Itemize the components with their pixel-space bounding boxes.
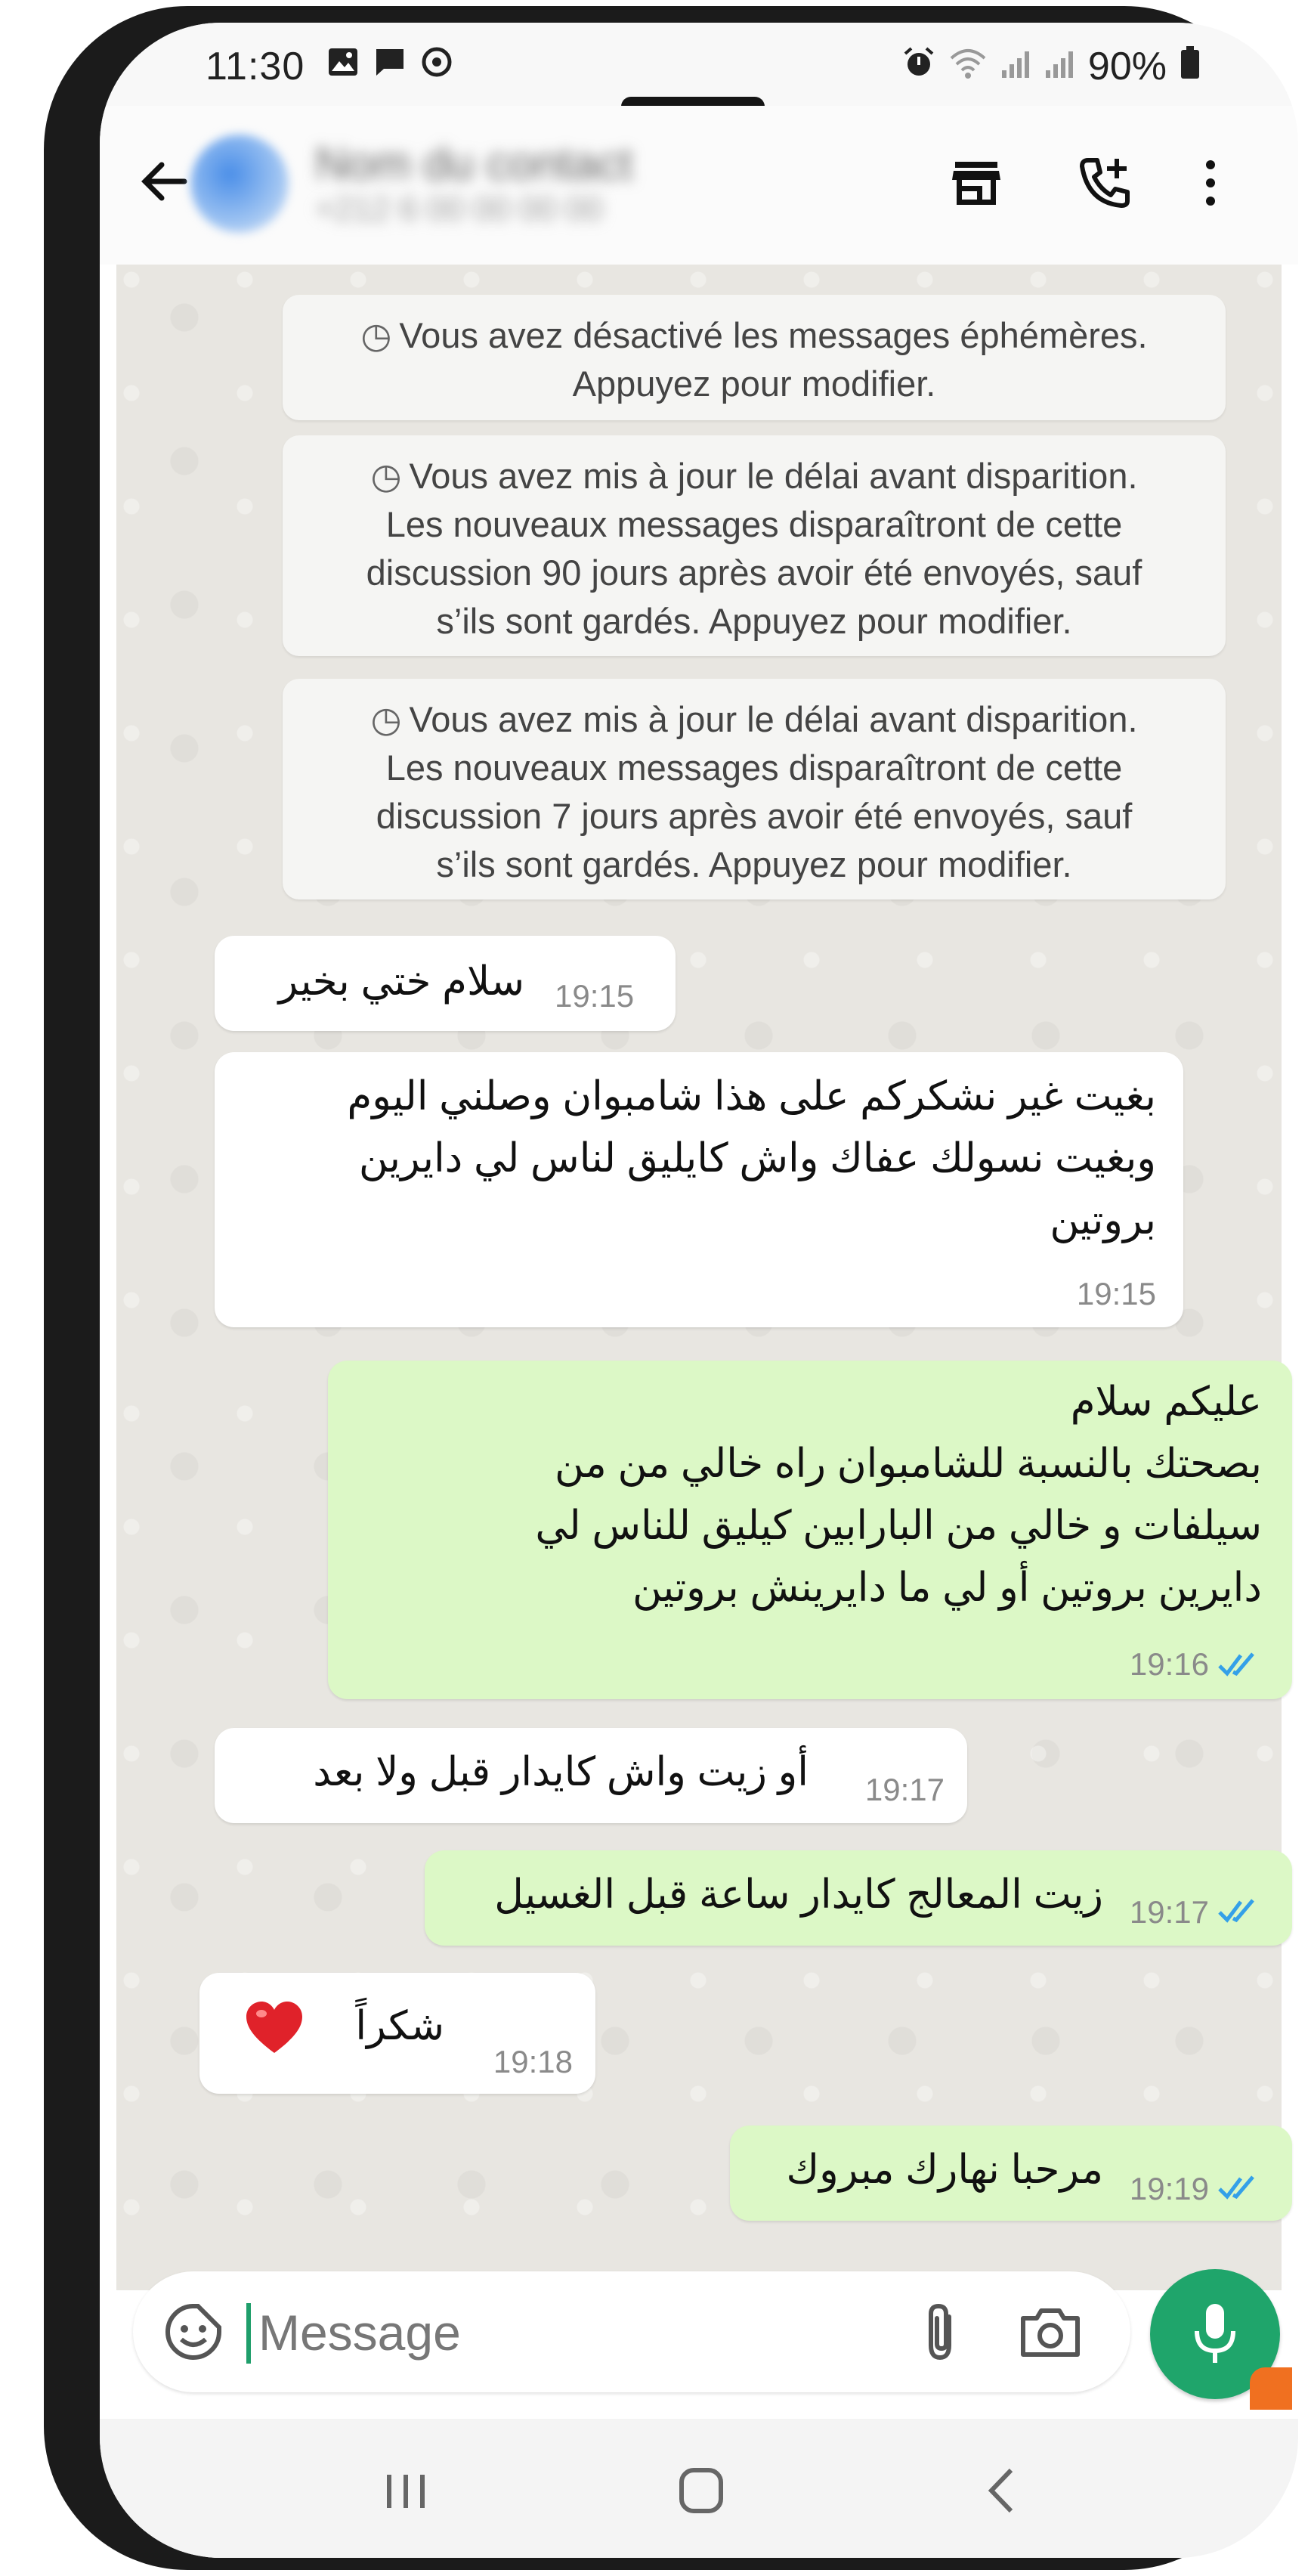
phone-frame: 11:30 90% Nom du contact +212 6 00 00 00…: [44, 6, 1298, 2570]
status-system-icons: 90%: [902, 44, 1200, 89]
chat-area[interactable]: ◷ Vous avez désactivé les messages éphémè…: [116, 265, 1292, 2290]
app-badge: [1250, 2367, 1292, 2410]
sync-icon: [420, 45, 453, 79]
message-composer: [133, 2271, 1130, 2392]
timer-icon: ◷: [360, 315, 392, 355]
alarm-icon: [902, 44, 935, 89]
wifi-icon: [949, 44, 987, 89]
system-message[interactable]: ◷ Vous avez mis à jour le délai avant dis…: [283, 435, 1226, 656]
back-nav-icon[interactable]: [969, 2457, 1037, 2525]
read-receipt-icon: [1218, 1899, 1254, 1923]
chat-icon: [373, 45, 407, 79]
add-call-icon[interactable]: [1074, 153, 1135, 213]
incoming-message[interactable]: شكراً 19:18: [199, 1973, 595, 2094]
home-icon[interactable]: [666, 2457, 734, 2525]
system-message[interactable]: ◷ Vous avez mis à jour le délai avant dis…: [283, 679, 1226, 899]
text-cursor: [246, 2303, 251, 2364]
read-receipt-icon: [1218, 2175, 1254, 2200]
status-time: 11:30: [206, 45, 305, 88]
signal-icon: [1000, 44, 1031, 89]
contact-status[interactable]: +212 6 00 00 00 00: [315, 190, 602, 228]
battery-percent: 90%: [1087, 45, 1167, 88]
system-message[interactable]: ◷ Vous avez désactivé les messages éphémè…: [283, 295, 1226, 420]
outgoing-message[interactable]: زيت المعالج كايدار ساعة قبل الغسيل 19:17: [425, 1850, 1292, 1946]
battery-icon: [1180, 44, 1200, 89]
incoming-message[interactable]: أو زيت واش كايدار قبل ولا بعد 19:17: [215, 1728, 967, 1823]
more-vertical-icon[interactable]: [1180, 153, 1241, 213]
phone-screen: 11:30 90% Nom du contact +212 6 00 00 00…: [100, 23, 1298, 2558]
chat-header: Nom du contact +212 6 00 00 00 00: [100, 106, 1298, 265]
back-arrow-icon[interactable]: [135, 151, 195, 212]
outgoing-message[interactable]: مرحبا نهارك مبروك 19:19: [730, 2126, 1292, 2221]
image-icon: [326, 45, 360, 79]
message-input[interactable]: [257, 2302, 902, 2364]
attach-icon[interactable]: [911, 2300, 972, 2364]
timer-icon: ◷: [370, 699, 402, 739]
sticker-icon[interactable]: [163, 2302, 224, 2362]
system-nav-bar: [100, 2419, 1298, 2558]
mic-icon: [1195, 2304, 1235, 2363]
incoming-message[interactable]: بغيت غير نشكركم على هذا شامبوان وصلني ال…: [215, 1052, 1183, 1327]
recent-apps-icon[interactable]: [372, 2457, 440, 2525]
outgoing-message[interactable]: عليكم سلام بصحتك بالنسبة للشامبوان راه خ…: [328, 1361, 1292, 1699]
timer-icon: ◷: [370, 456, 402, 496]
avatar[interactable]: [190, 135, 289, 233]
store-icon[interactable]: [946, 153, 1006, 213]
signal-icon: [1044, 44, 1074, 89]
read-receipt-icon: [1218, 1652, 1254, 1677]
status-notification-icons: [326, 45, 453, 79]
incoming-message[interactable]: سلام ختي بخير 19:15: [215, 936, 676, 1031]
camera-icon[interactable]: [1017, 2302, 1084, 2362]
status-bar: 11:30 90%: [100, 23, 1298, 116]
red-heart-icon: [246, 2002, 302, 2053]
contact-name[interactable]: Nom du contact: [315, 138, 632, 190]
